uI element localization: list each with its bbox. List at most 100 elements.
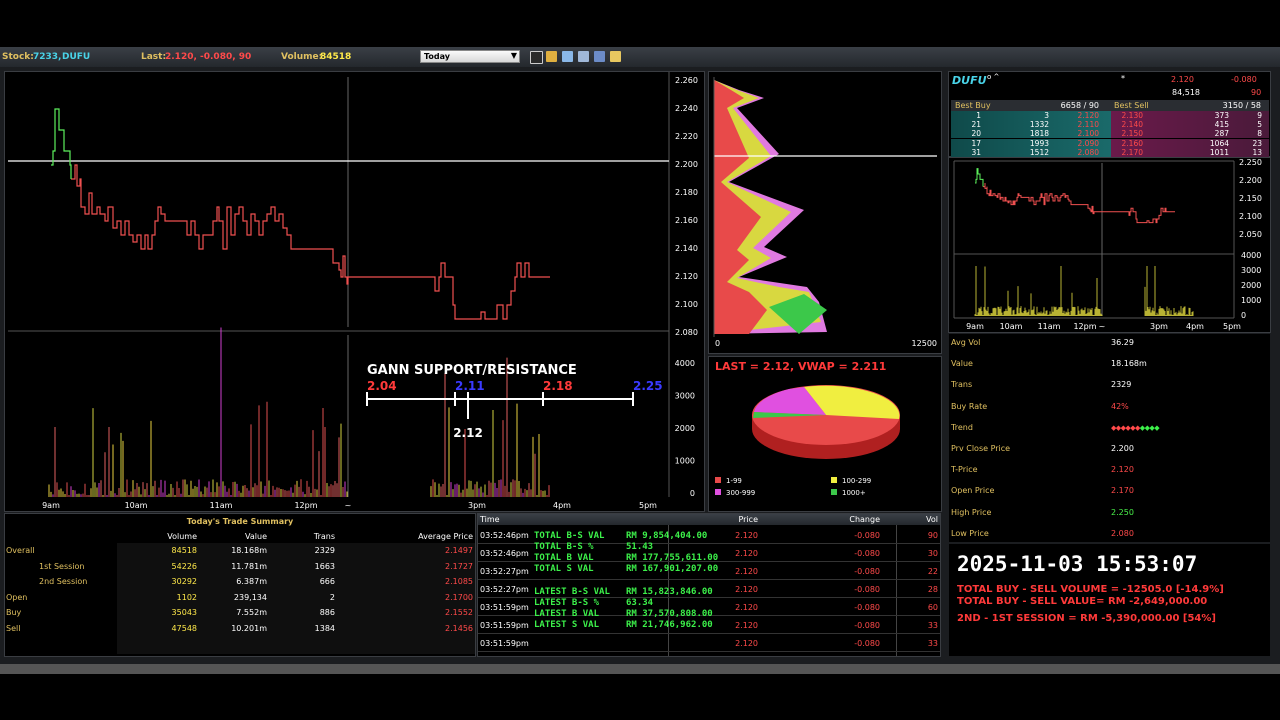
period-select[interactable]: Today ▼ (420, 50, 520, 63)
mini-price-line (983, 183, 1175, 224)
gann-level-3: 2.18 (543, 379, 573, 393)
main-chart: 2.2602.2402.2202.2002.1802.1602.1402.120… (8, 72, 698, 510)
tns-cell: 60 (927, 603, 938, 612)
save-icon[interactable] (594, 51, 605, 62)
time-tick: 10am (125, 501, 148, 510)
tns-overlay-value: RM 177,755,611.00 (626, 553, 719, 563)
mini-vol-tick: 2000 (1241, 281, 1261, 290)
stat-value: 18.168m (1111, 359, 1147, 369)
summary-cell: 7.552m (236, 608, 267, 617)
tns-cell: -0.080 (854, 531, 880, 540)
notes-icon[interactable] (610, 51, 621, 62)
volume-label: Volume: (281, 52, 323, 62)
best-buy-label: Best Buy (955, 101, 991, 110)
depth-cell: 2.090 (1077, 138, 1099, 148)
time-tick: 4pm (553, 501, 571, 510)
pie-chart: LAST = 2.12, VWAP = 2.211 1-99 100-299 300… (715, 360, 900, 497)
summary-cell: 2.1456 (445, 623, 473, 633)
price-tick: 2.100 (675, 300, 698, 309)
stock-code: 7233, (33, 52, 62, 62)
tns-cell: -0.080 (854, 621, 880, 630)
mini-time-tick: 12pm (1073, 322, 1096, 331)
tns-cell: 03:51:59pm (480, 639, 529, 648)
tns-header: Time (480, 515, 500, 524)
best-sell-label: Best Sell (1114, 101, 1149, 110)
database-icon[interactable] (578, 51, 589, 62)
volume-tick: 1000 (675, 457, 695, 466)
stat-value: 36.29 (1111, 338, 1134, 347)
profile-axis-min: 0 (715, 339, 720, 348)
overlay-info-panel: 2025-11-03 15:53:07 TOTAL BUY - SELL VOL… (948, 543, 1271, 657)
stat-value: 2329 (1111, 380, 1132, 390)
volume-tick: 4000 (675, 359, 695, 368)
tns-cell: 30 (927, 549, 938, 558)
legend-swatch (715, 477, 721, 483)
stat-label: Avg Vol (951, 338, 981, 347)
period-value: Today (424, 52, 450, 61)
bottom-scrollbar[interactable] (0, 664, 1280, 674)
tns-cell: 2.120 (735, 585, 758, 594)
depth-cell: 2.130 (1121, 111, 1143, 120)
refresh-icon[interactable] (562, 51, 573, 62)
tns-header: Price (738, 515, 758, 524)
summary-cell: 1102 (176, 592, 197, 602)
tns-cell: 03:51:59pm (480, 603, 529, 612)
summary-header: Volume (167, 532, 197, 541)
time-tick: ~ (345, 501, 352, 510)
best-sell-value: 3150 / 58 (1222, 101, 1261, 110)
summary-cell: 886 (319, 608, 335, 617)
summary-header: Value (245, 532, 267, 541)
tns-overlay-value: RM 21,746,962.00 (626, 620, 713, 630)
mini-time-tick: 11am (1038, 322, 1061, 331)
tns-cell: -0.080 (854, 549, 880, 558)
depth-cell: 287 (1214, 129, 1229, 139)
tns-overlay-value: 63.34 (626, 598, 654, 608)
tns-header: Vol (926, 515, 938, 524)
tns-overlay-label: TOTAL B-S % (534, 542, 594, 552)
tns-cell: 22 (927, 567, 938, 576)
tns-overlay-value: RM 167,901,207.00 (626, 564, 719, 574)
tns-cell: 2.120 (735, 531, 758, 540)
tns-cell: -0.080 (854, 567, 880, 576)
bottom-letterbox (0, 674, 1280, 720)
depth-cell: 2.160 (1121, 138, 1143, 148)
trade-summary-panel: Today's Trade Summary Volume Value Trans Av… (4, 513, 476, 657)
stock-name[interactable]: DUFU (62, 52, 90, 62)
folder-open-icon[interactable] (546, 51, 557, 62)
tns-overlay-label: LATEST B-S VAL (534, 587, 610, 597)
depth-cell: 23 (1252, 138, 1262, 148)
depth-cell: 2.140 (1121, 120, 1143, 130)
stats-panel: Avg Vol 36.29 Value 18.168m Trans 2329 Buy Rat… (948, 333, 1271, 543)
tns-overlay-value: RM 9,854,404.00 (626, 531, 708, 541)
depth-cell: 3 (1044, 111, 1049, 120)
tns-cell: 90 (927, 531, 938, 540)
mini-vol-tick: 0 (1241, 311, 1246, 320)
depth-cell: 2.110 (1077, 120, 1099, 130)
summary-cell: 239,134 (233, 592, 267, 602)
tns-cell: 03:51:59pm (480, 621, 529, 630)
depth-cell: 2.080 (1077, 147, 1099, 157)
price-tick: 2.240 (675, 104, 698, 113)
stat-label: Open Price (951, 486, 995, 496)
price-tick: 2.140 (675, 244, 698, 253)
volume-profile-chart: 0 12500 (713, 77, 937, 348)
quote-name: DUFU (952, 74, 987, 87)
depth-cell: 2.100 (1077, 129, 1099, 139)
time-tick: 3pm (468, 501, 486, 510)
time-sales-panel: Time Price Change Vol 03:52:46pm 2.120 -0.080 9… (477, 513, 941, 657)
toolbar: Stock: 7233, DUFU Last: 2.120, -0.080, 9… (0, 47, 1280, 67)
chart-icon[interactable] (530, 51, 543, 64)
last-value: 2.120, -0.080, 90 (165, 52, 252, 62)
gann-current: 2.12 (453, 426, 483, 440)
price-tick: 2.220 (675, 132, 698, 141)
tns-row-divider (478, 651, 940, 652)
tns-overlay-label: TOTAL S VAL (534, 564, 594, 574)
tns-cell: 03:52:46pm (480, 531, 529, 540)
volume-value: 84518 (320, 52, 352, 62)
tns-overlay-value: 51.43 (626, 542, 654, 552)
mini-price-tick: 2.200 (1239, 176, 1262, 185)
datetime-display: 2025-11-03 15:53:07 (957, 552, 1198, 576)
gann-title: GANN SUPPORT/RESISTANCE (367, 363, 577, 378)
price-tick: 2.080 (675, 328, 698, 337)
tns-cell: 33 (927, 639, 938, 648)
